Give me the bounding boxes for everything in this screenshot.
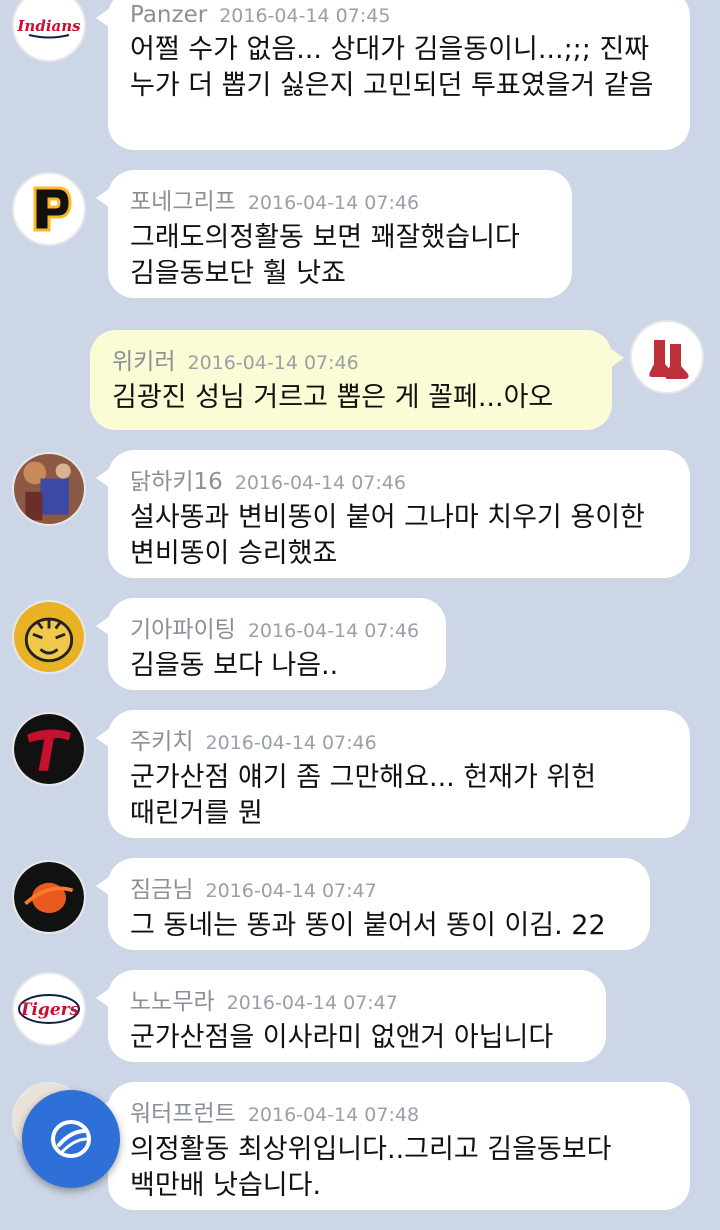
svg-text:Tigers: Tigers <box>19 1000 80 1020</box>
message-text: 김광진 성님 거르고 뽑은 게 꼴페...아오 <box>112 382 554 413</box>
message-text: 어쩔 수가 없음... 상대가 김을동이니...;;; 진짜 누가 더 뽑기 싫… <box>130 34 654 101</box>
sender-name[interactable]: 워터프런트 <box>130 1094 236 1128</box>
message-text: 김을동 보다 나음.. <box>130 650 339 681</box>
message-bubble[interactable]: 닭하키16 2016-04-14 07:46 설사똥과 변비똥이 붙어 그나마 … <box>96 450 690 578</box>
red-sox-logo-icon[interactable] <box>630 320 704 394</box>
message-time: 2016-04-14 07:47 <box>226 992 398 1014</box>
message-bubble[interactable]: 워터프런트 2016-04-14 07:48 의정활동 최상위입니다..그리고 … <box>96 1082 690 1210</box>
message-bubble[interactable]: 노노무라 2016-04-14 07:47 군가산점을 이사라미 없앤거 아닙니… <box>96 970 606 1062</box>
message-bubble[interactable]: 포네그리프 2016-04-14 07:46 그래도의정활동 보면 꽤잘했습니다… <box>96 170 572 298</box>
orbit-logo-icon[interactable] <box>12 860 86 934</box>
message-text: 그 동네는 똥과 똥이 붙어서 똥이 이김. 22 <box>130 910 606 941</box>
sender-name[interactable]: Panzer <box>130 2 207 28</box>
message-text: 군가산점을 이사라미 없앤거 아닙니다 <box>130 1022 554 1053</box>
message-text: 그래도의정활동 보면 꽤잘했습니다 김을동보단 훨 낫죠 <box>130 222 520 289</box>
message-text: 군가산점 얘기 좀 그만해요... 헌재가 위헌 때린거를 뭔 <box>130 762 597 829</box>
tiger-logo-icon[interactable] <box>12 600 86 674</box>
message-bubble[interactable]: Panzer 2016-04-14 07:45 어쩔 수가 없음... 상대가 … <box>96 0 690 150</box>
message-time: 2016-04-14 07:48 <box>247 1104 420 1126</box>
message-bubble[interactable]: 위키러 2016-04-14 07:46 김광진 성님 거르고 뽑은 게 꼴페.… <box>90 330 624 430</box>
pirates-logo-icon[interactable] <box>12 172 86 246</box>
message-text: 설사똥과 변비똥이 붙어 그나마 치우기 용이한 변비똥이 승리했죠 <box>130 502 645 569</box>
sender-name[interactable]: 위키러 <box>112 342 175 376</box>
message-time: 2016-04-14 07:46 <box>205 732 377 754</box>
sender-name[interactable]: 포네그리프 <box>130 182 236 216</box>
sender-name[interactable]: 주키치 <box>130 722 193 756</box>
sender-name[interactable]: 기아파이팅 <box>130 610 236 644</box>
message-time: 2016-04-14 07:46 <box>187 352 359 374</box>
floating-action-button[interactable] <box>22 1090 120 1188</box>
basketball-photo-icon[interactable] <box>12 452 86 526</box>
message-time: 2016-04-14 07:47 <box>205 880 377 902</box>
sender-name[interactable]: 짐금님 <box>130 870 193 904</box>
twins-logo-icon[interactable] <box>12 712 86 786</box>
message-bubble[interactable]: 기아파이팅 2016-04-14 07:46 김을동 보다 나음.. <box>96 598 446 690</box>
message-text: 의정활동 최상위입니다..그리고 김을동보다 백만배 낫습니다. <box>130 1134 612 1201</box>
message-time: 2016-04-14 07:45 <box>219 5 391 27</box>
message-time: 2016-04-14 07:46 <box>234 472 406 494</box>
sender-name[interactable]: 노노무라 <box>130 982 215 1016</box>
svg-text:Indians: Indians <box>17 17 81 35</box>
sender-name[interactable]: 닭하키16 <box>130 462 223 496</box>
indians-logo-icon[interactable]: Indians <box>12 0 86 62</box>
message-time: 2016-04-14 07:46 <box>247 192 420 214</box>
site-logo-icon <box>51 1120 91 1158</box>
message-time: 2016-04-14 07:46 <box>247 620 420 642</box>
message-bubble[interactable]: 주키치 2016-04-14 07:46 군가산점 얘기 좀 그만해요... 헌… <box>96 710 690 838</box>
tigers-logo-icon[interactable]: Tigers <box>12 972 86 1046</box>
message-bubble[interactable]: 짐금님 2016-04-14 07:47 그 동네는 똥과 똥이 붙어서 똥이 … <box>96 858 650 950</box>
